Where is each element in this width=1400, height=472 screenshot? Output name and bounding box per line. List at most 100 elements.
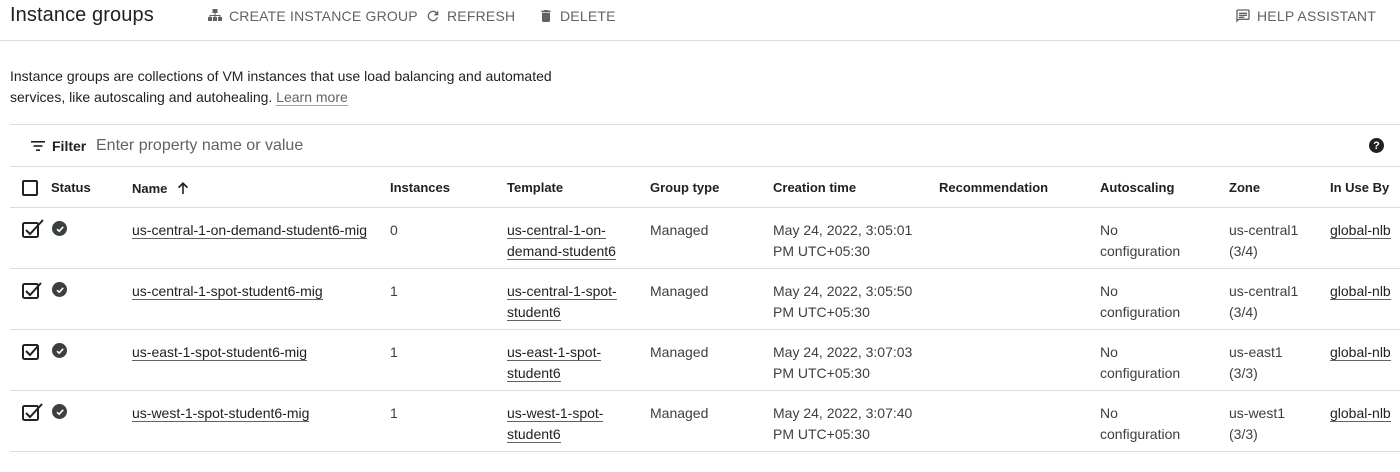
- column-status[interactable]: Status: [51, 180, 91, 195]
- column-zone[interactable]: Zone: [1229, 180, 1260, 195]
- page-header: Instance groups CREATE INSTANCE GROUP RE…: [0, 0, 1400, 41]
- select-all-checkbox[interactable]: [22, 180, 38, 196]
- zone-line2: (3/4): [1229, 303, 1258, 320]
- help-assistant-icon: [1235, 8, 1251, 24]
- delete-button[interactable]: DELETE: [538, 7, 616, 25]
- page-title: Instance groups: [10, 4, 154, 26]
- instances-count: 0: [390, 222, 398, 238]
- filter-icon: [31, 141, 45, 151]
- creation-time: May 24, 2022, 3:07:40 PM UTC+05:30: [773, 403, 912, 444]
- column-name-label: Name: [132, 180, 168, 196]
- zone-line1: us-central1: [1229, 283, 1299, 299]
- zone-line1: us-east1: [1229, 344, 1283, 360]
- arrow-up-icon: [178, 182, 189, 194]
- create-instance-group-label: CREATE INSTANCE GROUP: [229, 8, 418, 24]
- instances-count: 1: [390, 344, 398, 360]
- row-checkbox[interactable]: [22, 282, 42, 301]
- template-link[interactable]: us-west-1-spot-student6: [507, 403, 604, 444]
- creation-time-line2: PM UTC+05:30: [773, 242, 870, 259]
- zone-line2: (3/4): [1229, 242, 1258, 259]
- check-circle-icon: [52, 221, 67, 236]
- filter-button[interactable]: Filter: [30, 138, 86, 154]
- instance-group-name-link[interactable]: us-central-1-spot-student6-mig: [132, 283, 323, 300]
- row-checkbox[interactable]: [22, 219, 44, 240]
- template-link-line1[interactable]: us-central-1-on-: [507, 222, 606, 239]
- autoscaling: No configuration: [1100, 403, 1180, 444]
- table-row[interactable]: us-central-1-on-demand-student6-mig 0 us…: [10, 208, 1400, 269]
- zone-line1: us-west1: [1229, 405, 1286, 421]
- instance-group-name-link[interactable]: us-east-1-spot-student6-mig: [132, 344, 308, 361]
- autoscaling: No configuration: [1100, 220, 1180, 261]
- autoscaling-line1: No: [1100, 405, 1118, 421]
- create-instance-group-button[interactable]: CREATE INSTANCE GROUP: [207, 7, 418, 25]
- table-row[interactable]: us-east-1-spot-student6-mig 1 us-east-1-…: [10, 330, 1400, 391]
- in-use-by-link[interactable]: global-nlb: [1330, 283, 1391, 300]
- template-link-line2[interactable]: student6: [507, 303, 561, 321]
- template-link-line2[interactable]: demand-student6: [507, 242, 616, 260]
- template-link-line2[interactable]: student6: [507, 425, 561, 443]
- row-checkbox[interactable]: [22, 344, 40, 362]
- zone-line2: (3/3): [1229, 364, 1258, 381]
- template-link[interactable]: us-central-1-on-demand-student6: [507, 220, 616, 261]
- column-recommendation[interactable]: Recommendation: [939, 180, 1048, 195]
- template-link-line1[interactable]: us-central-1-spot-: [507, 283, 617, 300]
- creation-time-line2: PM UTC+05:30: [773, 364, 870, 381]
- instance-group-name-link[interactable]: us-central-1-on-demand-student6-mig: [132, 222, 367, 239]
- zone: us-central1 (3/4): [1229, 281, 1298, 322]
- page-description: Instance groups are collections of VM in…: [10, 66, 570, 108]
- autoscaling-line2: configuration: [1100, 303, 1181, 320]
- check-circle-icon: [52, 404, 67, 419]
- column-in-use-by[interactable]: In Use By: [1330, 180, 1389, 195]
- creation-time-line2: PM UTC+05:30: [773, 425, 870, 442]
- help-icon[interactable]: ?: [1369, 138, 1384, 153]
- template-link-line1[interactable]: us-east-1-spot-: [507, 344, 602, 361]
- autoscaling: No configuration: [1100, 281, 1180, 322]
- learn-more-link[interactable]: Learn more: [276, 89, 348, 106]
- zone: us-central1 (3/4): [1229, 220, 1298, 261]
- table-row[interactable]: us-west-1-spot-student6-mig 1 us-west-1-…: [10, 391, 1400, 452]
- column-autoscaling[interactable]: Autoscaling: [1100, 180, 1174, 195]
- in-use-by-link[interactable]: global-nlb: [1330, 344, 1391, 361]
- group-type: Managed: [650, 405, 709, 421]
- template-link-line1[interactable]: us-west-1-spot-: [507, 405, 604, 422]
- column-name[interactable]: Name: [132, 180, 191, 196]
- refresh-button[interactable]: REFRESH: [425, 7, 515, 25]
- column-instances[interactable]: Instances: [390, 180, 450, 195]
- table-header: Status Name Instances Template Group typ…: [10, 167, 1400, 208]
- group-type: Managed: [650, 222, 709, 238]
- creation-time: May 24, 2022, 3:05:50 PM UTC+05:30: [773, 281, 912, 322]
- creation-time-line1: May 24, 2022, 3:07:03: [773, 344, 913, 360]
- in-use-by-link[interactable]: global-nlb: [1330, 405, 1391, 422]
- instances-count: 1: [390, 405, 398, 421]
- creation-time-line1: May 24, 2022, 3:05:01: [773, 222, 913, 238]
- autoscaling-line1: No: [1100, 283, 1118, 299]
- group-type: Managed: [650, 283, 709, 299]
- autoscaling-line1: No: [1100, 222, 1118, 238]
- refresh-label: REFRESH: [447, 8, 516, 24]
- autoscaling-line2: configuration: [1100, 425, 1181, 442]
- template-link-line2[interactable]: student6: [507, 364, 561, 382]
- row-checkbox[interactable]: [22, 403, 43, 423]
- zone: us-east1 (3/3): [1229, 342, 1283, 383]
- creation-time: May 24, 2022, 3:07:03 PM UTC+05:30: [773, 342, 912, 383]
- table-row[interactable]: us-central-1-spot-student6-mig 1 us-cent…: [10, 269, 1400, 330]
- column-template[interactable]: Template: [507, 180, 563, 195]
- filter-bar: Filter ?: [10, 124, 1400, 167]
- creation-time-line1: May 24, 2022, 3:07:40: [773, 405, 913, 421]
- template-link[interactable]: us-central-1-spot-student6: [507, 281, 617, 322]
- creation-time: May 24, 2022, 3:05:01 PM UTC+05:30: [773, 220, 912, 261]
- zone-line1: us-central1: [1229, 222, 1299, 238]
- zone-line2: (3/3): [1229, 425, 1258, 442]
- help-assistant-label: HELP ASSISTANT: [1257, 8, 1376, 24]
- template-link[interactable]: us-east-1-spot-student6: [507, 342, 602, 383]
- in-use-by-link[interactable]: global-nlb: [1330, 222, 1391, 239]
- trash-icon: [538, 8, 554, 24]
- filter-input[interactable]: [96, 135, 696, 157]
- column-creation-time[interactable]: Creation time: [773, 180, 856, 195]
- creation-time-line2: PM UTC+05:30: [773, 303, 870, 320]
- group-type: Managed: [650, 344, 709, 360]
- help-assistant-button[interactable]: HELP ASSISTANT: [1235, 7, 1376, 25]
- instance-group-name-link[interactable]: us-west-1-spot-student6-mig: [132, 405, 310, 422]
- zone: us-west1 (3/3): [1229, 403, 1285, 444]
- column-group-type[interactable]: Group type: [650, 180, 719, 195]
